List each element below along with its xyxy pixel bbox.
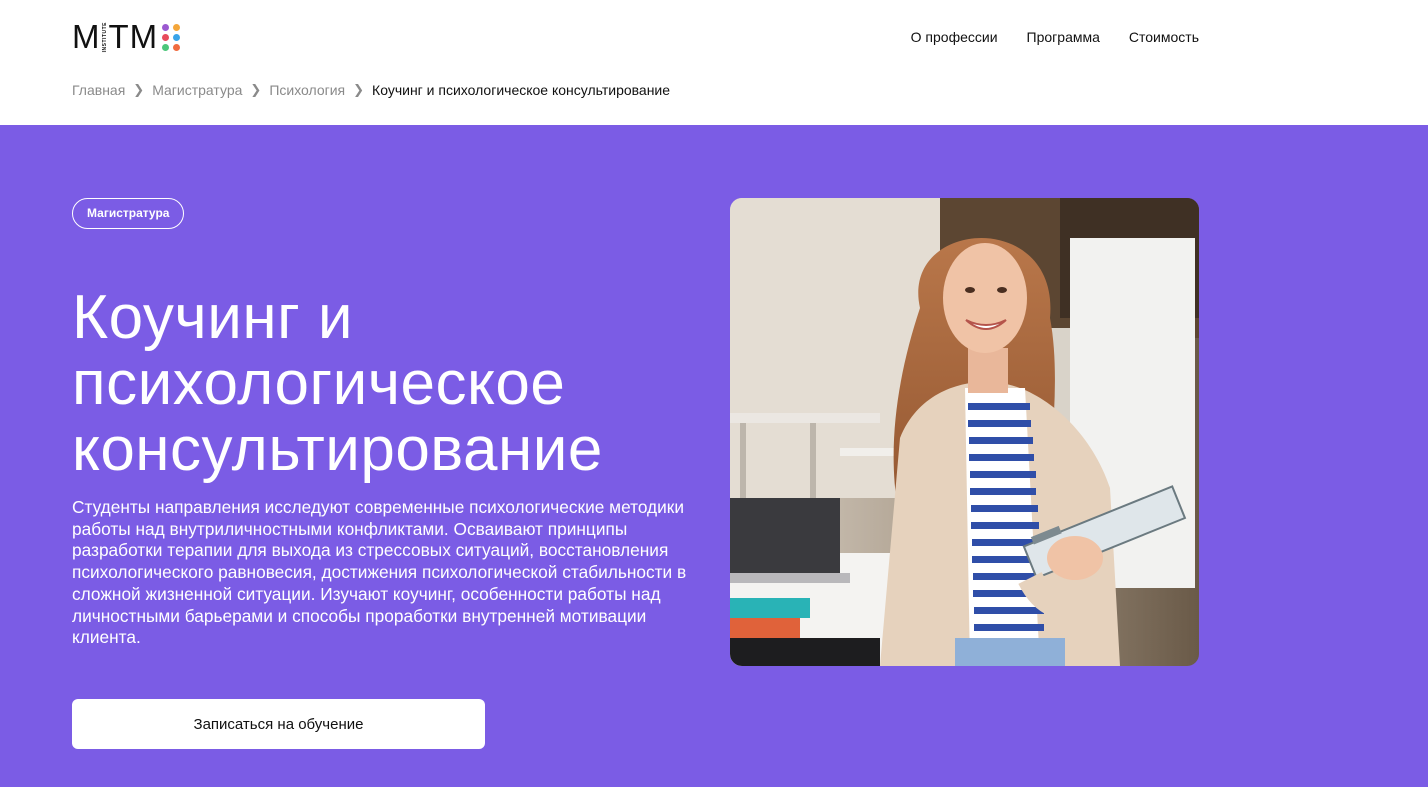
chevron-right-icon: ❯ <box>250 82 262 97</box>
logo-dots-icon <box>162 23 181 51</box>
page-title: Коучинг и психологическое консультирован… <box>72 285 712 483</box>
enroll-button[interactable]: Записаться на обучение <box>72 699 485 749</box>
breadcrumb-home[interactable]: Главная <box>72 81 125 99</box>
program-description: Студенты направления исследуют современн… <box>72 497 687 648</box>
title-line: психологическое <box>72 349 566 418</box>
breadcrumb: Главная ❯ Магистратура ❯ Психология ❯ Ко… <box>72 81 670 99</box>
hero-section: Магистратура Коучинг и психологическое к… <box>0 125 1428 787</box>
breadcrumb-psychology[interactable]: Психология <box>269 81 345 99</box>
logo-dot <box>162 23 170 31</box>
logo-sub: INSTITUTE <box>101 21 108 53</box>
logo-dot <box>173 33 181 41</box>
logo-dot <box>162 43 170 51</box>
logo-dot <box>173 43 181 51</box>
hero-photo <box>730 198 1199 666</box>
chevron-right-icon: ❯ <box>133 82 145 97</box>
logo-text-part-1: M <box>72 18 101 55</box>
smiling-student-illustration <box>730 198 1199 666</box>
nav-item-cost[interactable]: Стоимость <box>1129 28 1199 46</box>
title-line: Коучинг и <box>72 283 354 352</box>
main-nav: О профессии Программа Стоимость <box>911 28 1199 46</box>
logo-dot <box>173 23 181 31</box>
degree-badge: Магистратура <box>72 198 185 229</box>
site-header: M INSTITUTE TM О профессии Программа Сто… <box>0 0 1428 125</box>
logo-dot <box>162 33 170 41</box>
nav-item-about-profession[interactable]: О профессии <box>911 28 998 46</box>
breadcrumb-current: Коучинг и психологическое консультирован… <box>372 82 671 98</box>
chevron-right-icon: ❯ <box>353 82 365 97</box>
nav-item-program[interactable]: Программа <box>1027 28 1100 46</box>
title-line: консультирование <box>72 415 603 484</box>
logo[interactable]: M INSTITUTE TM <box>72 20 181 54</box>
breadcrumb-masters[interactable]: Магистратура <box>152 81 242 99</box>
logo-text-part-2: TM <box>108 18 159 55</box>
